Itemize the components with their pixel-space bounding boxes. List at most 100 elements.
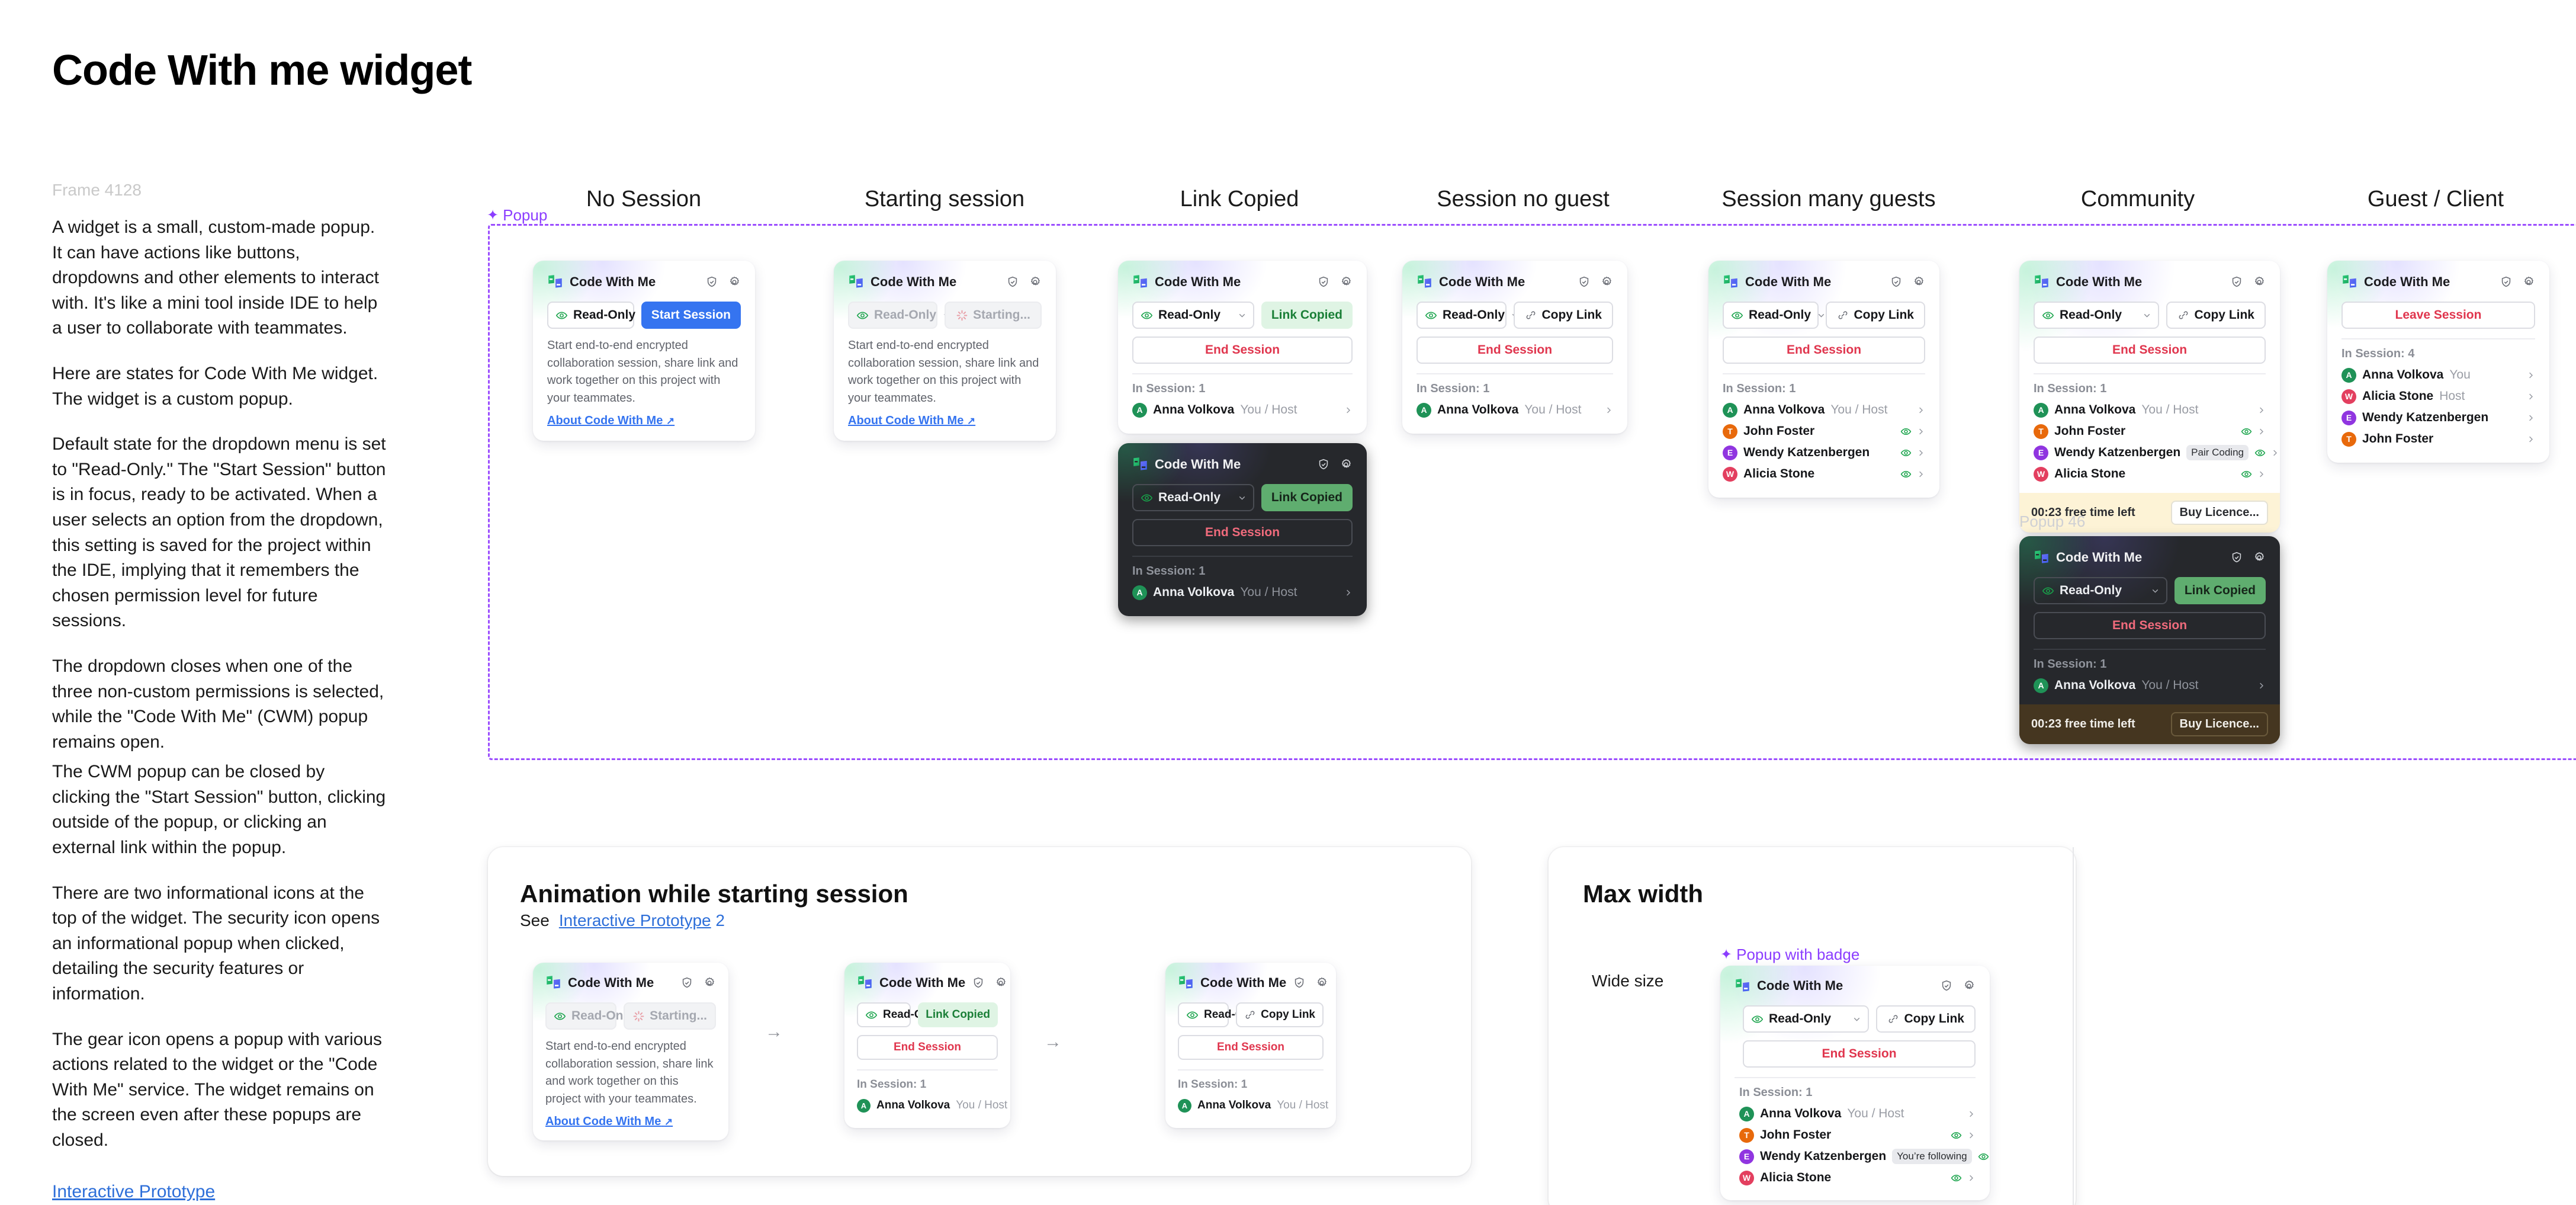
gear-icon[interactable]	[1029, 275, 1042, 289]
gear-icon[interactable]	[1962, 979, 1976, 992]
chevron-right-icon[interactable]	[1916, 406, 1925, 415]
link-copied-button[interactable]: Link Copied	[1261, 484, 1353, 511]
permission-dropdown[interactable]: Read-Only	[1132, 302, 1254, 329]
gear-icon[interactable]	[1340, 458, 1353, 471]
widget-card-no-session[interactable]: Code With Me Read-Only Start Session Sta…	[533, 261, 755, 441]
chevron-right-icon[interactable]	[1916, 427, 1925, 436]
chevron-right-icon[interactable]	[2257, 470, 2266, 479]
shield-check-icon[interactable]	[1006, 275, 1019, 289]
list-item[interactable]: T John Foster	[2341, 428, 2535, 450]
shield-check-icon[interactable]	[1293, 976, 1306, 989]
chevron-right-icon[interactable]	[1967, 1110, 1976, 1119]
list-item[interactable]: A Anna Volkova You / Host	[1178, 1095, 1328, 1116]
list-item[interactable]: A Anna Volkova You / Host	[1723, 399, 1925, 421]
widget-card-community-dark[interactable]: Code With Me Read-Only Link Copied End S…	[2019, 536, 2280, 744]
chevron-right-icon[interactable]	[2526, 414, 2535, 422]
link-copied-button[interactable]: Link Copied	[918, 1002, 998, 1027]
chevron-right-icon[interactable]	[2526, 392, 2535, 401]
permission-dropdown[interactable]: Read-Only	[1743, 1005, 1870, 1033]
copy-link-button[interactable]: Copy Link	[1236, 1002, 1324, 1027]
chevron-right-icon[interactable]	[1916, 470, 1925, 479]
list-item[interactable]: E Wendy Katzenbergen	[2341, 407, 2535, 428]
widget-card-session-no-guest[interactable]: Code With Me Read-Only Copy Link End Ses…	[1402, 261, 1627, 434]
list-item[interactable]: A Anna Volkova You / Host	[1417, 399, 1613, 421]
gear-icon[interactable]	[2522, 275, 2535, 289]
chevron-right-icon[interactable]	[1967, 1131, 1976, 1140]
anim-card-link-copied[interactable]: Code With Me Read-Only Link Copied End S…	[844, 963, 1010, 1128]
permission-dropdown[interactable]: Read-Only	[857, 1002, 953, 1027]
shield-check-icon[interactable]	[2230, 551, 2243, 564]
chevron-right-icon[interactable]	[2526, 371, 2535, 380]
permission-dropdown[interactable]: Read-Only	[2034, 302, 2160, 329]
link-copied-button[interactable]: Link Copied	[1261, 302, 1353, 329]
shield-check-icon[interactable]	[1317, 275, 1330, 289]
shield-check-icon[interactable]	[2500, 275, 2513, 289]
eye-icon[interactable]	[1951, 1172, 1962, 1184]
chevron-right-icon[interactable]	[2257, 681, 2266, 690]
eye-icon[interactable]	[2254, 447, 2266, 459]
eye-icon[interactable]	[1900, 469, 1912, 480]
end-session-button[interactable]: End Session	[2034, 336, 2266, 364]
end-session-button[interactable]: End Session	[1417, 336, 1613, 364]
list-item[interactable]: W Alicia Stone	[1723, 463, 1925, 485]
end-session-button[interactable]: End Session	[1743, 1040, 1976, 1068]
eye-icon[interactable]	[1900, 426, 1912, 437]
list-item[interactable]: E Wendy Katzenbergen	[1723, 442, 1925, 463]
list-item[interactable]: T John Foster	[2034, 421, 2266, 442]
shield-check-icon[interactable]	[1940, 979, 1953, 992]
end-session-button[interactable]: End Session	[857, 1035, 998, 1060]
end-session-button[interactable]: End Session	[1132, 336, 1353, 364]
gear-icon[interactable]	[703, 976, 716, 989]
gear-icon[interactable]	[1600, 275, 1613, 289]
gear-icon[interactable]	[2253, 275, 2266, 289]
shield-check-icon[interactable]	[705, 275, 718, 289]
copy-link-button[interactable]: Copy Link	[1826, 302, 1925, 329]
list-item[interactable]: W Alicia Stone	[2034, 463, 2266, 485]
list-item[interactable]: W Alicia Stone Host	[2341, 386, 2535, 407]
shield-check-icon[interactable]	[1890, 275, 1903, 289]
end-session-button[interactable]: End Session	[1132, 519, 1353, 546]
copy-link-button[interactable]: Copy Link	[1514, 302, 1613, 329]
gear-icon[interactable]	[1912, 275, 1925, 289]
eye-icon[interactable]	[1978, 1151, 1989, 1162]
chevron-right-icon[interactable]	[2270, 448, 2279, 457]
permission-dropdown[interactable]: Read-Only	[547, 302, 649, 329]
end-session-button[interactable]: End Session	[2034, 612, 2266, 639]
permission-dropdown[interactable]: Read-Only	[1178, 1002, 1274, 1027]
buy-licence-button[interactable]: Buy Licence...	[2170, 712, 2268, 736]
widget-card-session-many-guests[interactable]: Code With Me Read-Only Copy Link End Ses…	[1708, 261, 1939, 498]
chevron-right-icon[interactable]	[2526, 435, 2535, 444]
shield-check-icon[interactable]	[680, 976, 693, 989]
gear-icon[interactable]	[2253, 551, 2266, 564]
chevron-right-icon[interactable]	[2257, 427, 2266, 436]
widget-card-community[interactable]: Code With Me Read-Only Copy Link End Ses…	[2019, 261, 2280, 533]
list-item[interactable]: A Anna Volkova You	[2341, 364, 2535, 386]
end-session-button[interactable]: End Session	[1723, 336, 1925, 364]
list-item[interactable]: W Alicia Stone	[1739, 1167, 1976, 1188]
list-item[interactable]: A Anna Volkova You / Host	[2034, 675, 2266, 696]
chevron-right-icon[interactable]	[1344, 588, 1353, 597]
list-item[interactable]: A Anna Volkova You / Host	[2034, 399, 2266, 421]
widget-card-link-copied-dark[interactable]: Code With Me Read-Only Link Copied End S…	[1118, 443, 1367, 616]
list-item[interactable]: A Anna Volkova You / Host	[1739, 1103, 1976, 1124]
shield-check-icon[interactable]	[972, 976, 985, 989]
buy-licence-button[interactable]: Buy Licence...	[2170, 501, 2268, 525]
chevron-right-icon[interactable]	[1604, 406, 1613, 415]
eye-icon[interactable]	[1951, 1130, 1962, 1141]
shield-check-icon[interactable]	[2230, 275, 2243, 289]
list-item[interactable]: T John Foster	[1723, 421, 1925, 442]
chevron-right-icon[interactable]	[1334, 1101, 1336, 1110]
interactive-prototype-2-link[interactable]: Interactive Prototype	[559, 911, 711, 930]
permission-dropdown[interactable]: Read-Only	[1417, 302, 1518, 329]
chevron-right-icon[interactable]	[1916, 448, 1925, 457]
list-item[interactable]: A Anna Volkova You / Host	[1132, 582, 1353, 603]
gear-icon[interactable]	[1315, 976, 1328, 989]
shield-check-icon[interactable]	[1317, 458, 1330, 471]
list-item[interactable]: T John Foster	[1739, 1124, 1976, 1146]
copy-link-button[interactable]: Copy Link	[2166, 302, 2266, 329]
shield-check-icon[interactable]	[1578, 275, 1591, 289]
list-item[interactable]: A Anna Volkova You / Host	[857, 1095, 1007, 1116]
widget-card-starting-session[interactable]: Code With Me Read-Only Starting... Start…	[834, 261, 1056, 441]
widget-card-link-copied[interactable]: Code With Me Read-Only Link Copied End S…	[1118, 261, 1367, 434]
end-session-button[interactable]: End Session	[1178, 1035, 1324, 1060]
